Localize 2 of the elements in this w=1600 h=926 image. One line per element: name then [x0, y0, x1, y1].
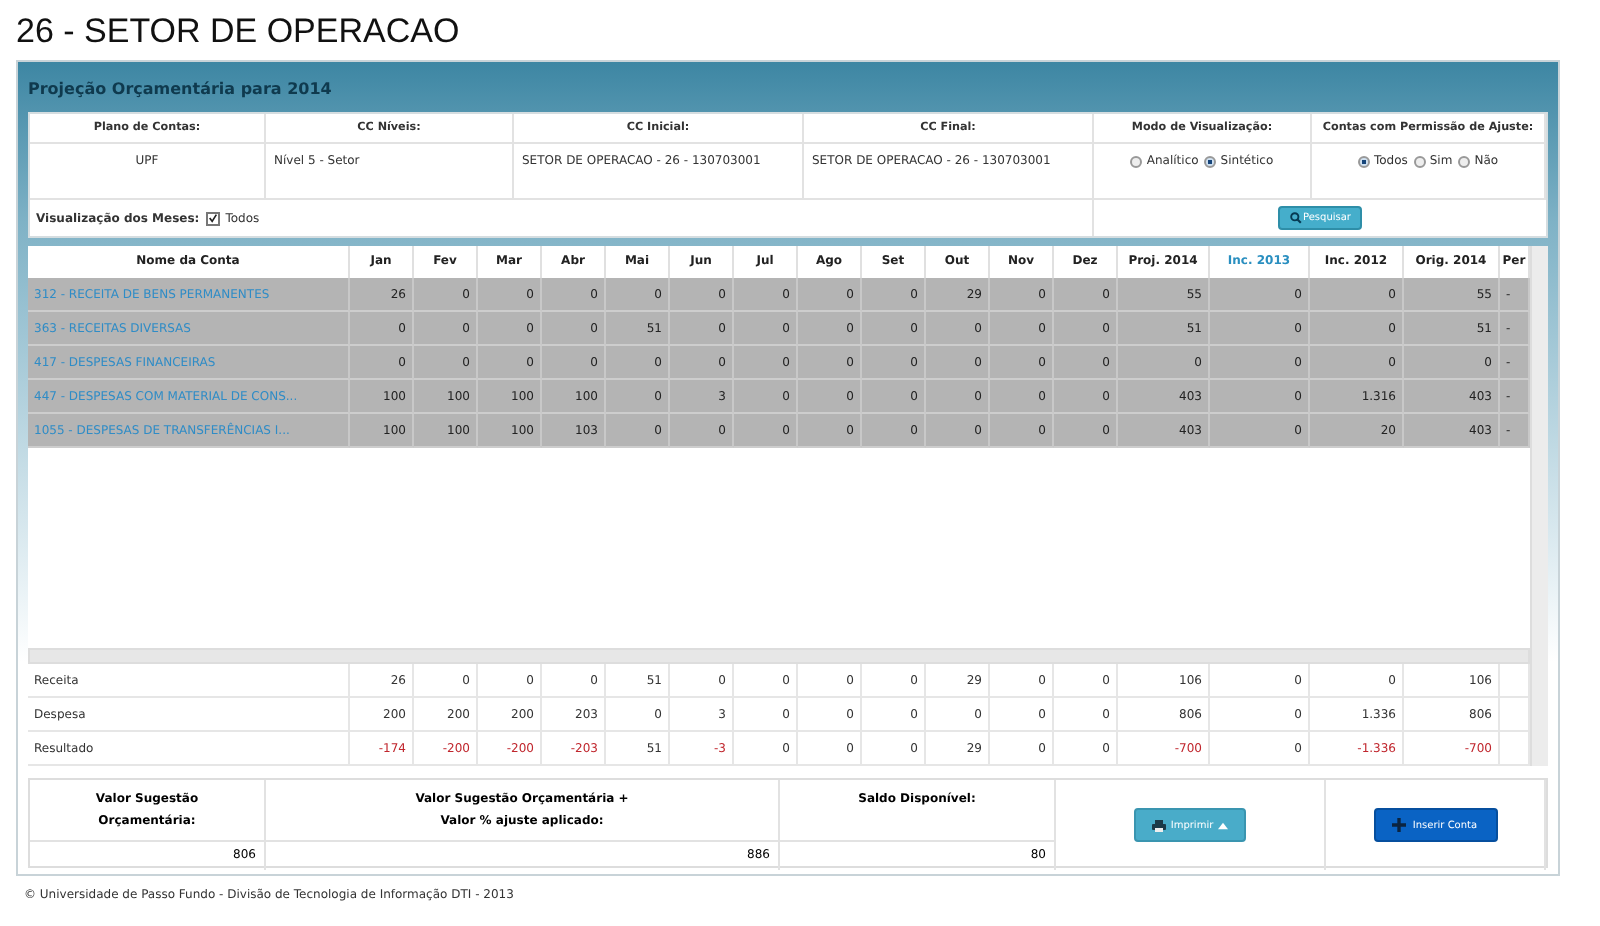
panel-title: Projeção Orçamentária para 2014	[28, 78, 334, 102]
page-title: 26 - SETOR DE OPERACAO	[16, 10, 462, 54]
